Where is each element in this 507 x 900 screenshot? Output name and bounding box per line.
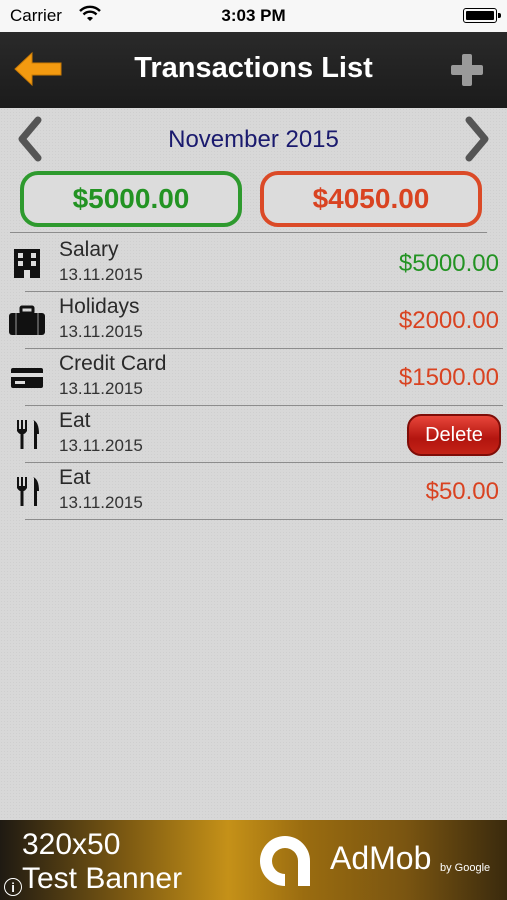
transaction-row[interactable]: Holidays 13.11.2015 $2000.00 — [0, 292, 507, 349]
income-total: $5000.00 — [20, 171, 242, 227]
building-icon — [14, 249, 40, 278]
page-title: Transactions List — [134, 52, 373, 84]
ad-size-label: 320x50 — [22, 828, 121, 861]
expense-total: $4050.00 — [260, 171, 482, 227]
transaction-date: 13.11.2015 — [59, 493, 143, 512]
suitcase-icon — [9, 305, 45, 335]
transaction-row[interactable]: Eat 13.11.2015 $50.00 — [0, 463, 507, 520]
month-label: November 2015 — [168, 126, 339, 153]
transaction-date: 13.11.2015 — [59, 265, 143, 284]
admob-logo-icon — [259, 836, 310, 886]
transaction-amount: $2000.00 — [398, 307, 499, 334]
add-icon[interactable] — [449, 52, 485, 88]
transaction-date: 13.11.2015 — [59, 379, 143, 398]
ad-test-label: Test Banner — [22, 862, 183, 895]
transaction-row[interactable]: Salary 13.11.2015 $5000.00 — [0, 235, 507, 292]
admob-by-google: by Google — [440, 862, 491, 874]
delete-button[interactable]: Delete — [407, 414, 501, 456]
transactions-screen: November 2015 $5000.00 $4050.00 Salary 1… — [0, 108, 507, 820]
divider — [10, 232, 487, 233]
transaction-name: Eat — [59, 409, 91, 432]
transaction-name: Eat — [59, 466, 91, 489]
transaction-name: Salary — [59, 238, 119, 261]
ad-banner[interactable]: 320x50 Test Banner i AdMob by Google — [0, 820, 507, 900]
chevron-right-icon[interactable] — [463, 116, 493, 162]
battery-icon — [463, 8, 501, 23]
info-icon[interactable]: i — [4, 878, 22, 896]
transaction-row[interactable]: Eat 13.11.2015 Delete — [0, 406, 507, 463]
transaction-date: 13.11.2015 — [59, 322, 143, 341]
transaction-amount: $50.00 — [425, 478, 499, 505]
cutlery-icon — [17, 420, 39, 449]
transaction-amount: $1500.00 — [398, 364, 499, 391]
row-divider — [25, 519, 503, 520]
credit-card-icon — [11, 368, 43, 388]
status-bar: Carrier 3:03 PM — [0, 0, 507, 32]
admob-brand: AdMob — [330, 840, 432, 876]
navigation-bar: Transactions List — [0, 32, 507, 108]
transaction-row[interactable]: Credit Card 13.11.2015 $1500.00 — [0, 349, 507, 406]
transaction-amount: $5000.00 — [398, 250, 499, 277]
transaction-date: 13.11.2015 — [59, 436, 143, 455]
clock: 3:03 PM — [221, 6, 286, 25]
transaction-name: Holidays — [59, 295, 140, 318]
cutlery-icon — [17, 477, 39, 506]
transaction-name: Credit Card — [59, 352, 167, 375]
